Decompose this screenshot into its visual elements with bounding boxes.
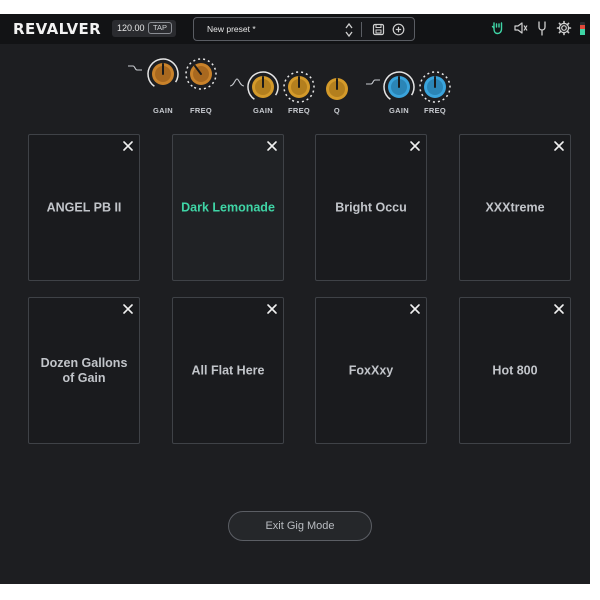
speaker-icon[interactable] [513,20,529,36]
close-icon[interactable] [266,140,278,152]
mid-freq-knob[interactable] [282,70,316,104]
tile-name: Bright Occu [335,200,407,214]
tap-tempo-button[interactable]: TAP [148,22,172,34]
tuner-fork-icon[interactable] [534,20,550,36]
mid-freq-label: FREQ [287,106,311,115]
gig-tile[interactable]: XXXtreme [459,134,571,281]
mid-peak-icon [230,78,244,87]
save-icon[interactable] [372,23,385,36]
mid-gain-knob[interactable] [246,70,280,104]
low-freq-knob[interactable] [184,57,218,91]
gig-tile[interactable]: Bright Occu [315,134,427,281]
hand-rock-icon[interactable] [490,20,506,36]
tile-name: Dozen Gallons of Gain [40,355,128,385]
close-icon[interactable] [553,303,565,315]
close-icon[interactable] [409,140,421,152]
gig-tile[interactable]: Dark Lemonade [172,134,284,281]
exit-gig-mode-button[interactable]: Exit Gig Mode [228,511,372,541]
high-gain-label: GAIN [389,106,409,115]
app-window: REVALVER 120.00 TAP New preset * GAIN FR… [0,14,590,584]
low-shelf-icon [128,65,142,71]
gig-tile[interactable]: Dozen Gallons of Gain [28,297,140,444]
mid-gain-label: GAIN [253,106,273,115]
tile-name: XXXtreme [485,200,545,214]
low-freq-label: FREQ [189,106,213,115]
low-gain-knob[interactable] [146,57,180,91]
high-shelf-icon [366,79,380,85]
preset-divider [361,22,362,37]
tile-name: Dark Lemonade [181,200,275,214]
app-logo: REVALVER [13,20,102,38]
preset-up-down-icon[interactable] [344,22,354,38]
tile-name: ANGEL PB II [46,200,122,214]
preset-name: New preset * [207,24,256,34]
close-icon[interactable] [409,303,421,315]
tile-name: FoxXxy [348,363,394,377]
tempo-display[interactable]: 120.00 TAP [112,20,176,37]
close-icon[interactable] [266,303,278,315]
close-icon[interactable] [122,140,134,152]
close-icon[interactable] [122,303,134,315]
tempo-value: 120.00 [117,23,145,33]
preset-selector[interactable]: New preset * [193,17,415,41]
gig-tile[interactable]: ANGEL PB II [28,134,140,281]
tile-name: Hot 800 [492,363,538,377]
gig-tile[interactable]: FoxXxy [315,297,427,444]
add-preset-icon[interactable] [392,23,405,36]
tile-name: All Flat Here [191,363,265,377]
mid-q-label: Q [333,106,341,115]
high-freq-knob[interactable] [418,70,452,104]
gig-tile[interactable]: All Flat Here [172,297,284,444]
low-gain-label: GAIN [153,106,173,115]
close-icon[interactable] [553,140,565,152]
high-freq-label: FREQ [423,106,447,115]
gear-icon[interactable] [556,20,572,36]
level-meter-icon [580,22,585,35]
mid-q-knob[interactable] [320,72,354,106]
high-gain-knob[interactable] [382,70,416,104]
top-bar: REVALVER 120.00 TAP New preset * [0,14,590,44]
gig-tile[interactable]: Hot 800 [459,297,571,444]
